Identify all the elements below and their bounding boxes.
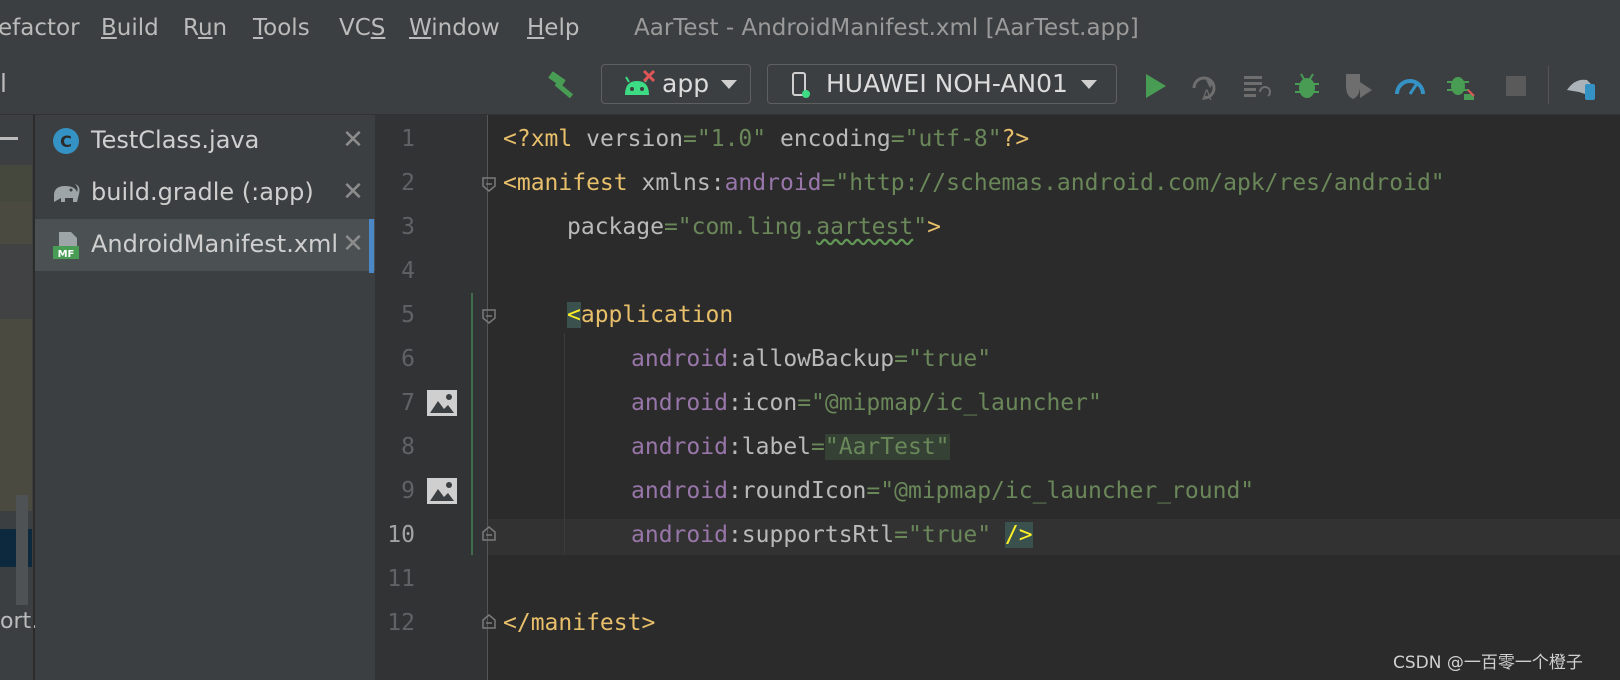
indent-guide (564, 333, 565, 555)
toolbar: l app HUAWEI NOH-AN01 A (0, 58, 1620, 115)
project-panel-partial: ort. (0, 115, 38, 680)
code-line-8: android:label="AarTest" (631, 434, 950, 460)
device-manager-icon[interactable] (1565, 70, 1597, 102)
scrollbar-thumb[interactable] (16, 495, 28, 605)
svg-text:MF: MF (58, 249, 75, 260)
debug-icon[interactable] (1291, 70, 1323, 102)
code-line-1: <?xml version="1.0" encoding="utf-8"?> (503, 126, 1030, 152)
line-number: 12 (387, 610, 415, 636)
file-item-build-gradle[interactable]: build.gradle (:app) ✕ (35, 167, 375, 219)
strip-row (0, 165, 32, 202)
run-with-coverage-icon[interactable] (1342, 70, 1374, 102)
watermark: CSDN @一百零一个橙子 (1393, 653, 1583, 673)
file-item-android-manifest[interactable]: MF AndroidManifest.xml ✕ (35, 219, 375, 271)
line-number: 2 (401, 170, 415, 196)
menu-bar: efactor Build Run Tools VCS Window Help … (0, 0, 1620, 58)
line-number: 8 (401, 434, 415, 460)
line-number-current: 10 (387, 522, 415, 548)
code-line-12: </manifest> (503, 610, 656, 636)
toolbar-left-fragment: l (0, 69, 7, 98)
menu-tools[interactable]: Tools (253, 14, 310, 42)
line-number: 1 (401, 126, 415, 152)
code-line-10: android:supportsRtl="true" /> (631, 522, 1033, 548)
matched-tag-bracket: < (567, 302, 581, 328)
line-number: 7 (401, 390, 415, 416)
apply-changes-restart-icon[interactable]: A (1188, 70, 1220, 102)
file-item-testclass[interactable]: C TestClass.java ✕ (35, 115, 375, 167)
phone-device-icon (792, 72, 810, 98)
code-line-5: <application (567, 302, 734, 328)
line-number: 11 (387, 566, 415, 592)
open-files-panel: C TestClass.java ✕ build.gradle (:app) ✕… (35, 115, 375, 680)
svg-text:C: C (60, 132, 72, 151)
file-name: AndroidManifest.xml (91, 230, 339, 258)
gutter-divider (487, 115, 488, 680)
code-line-6: android:allowBackup="true" (631, 346, 992, 372)
gradle-elephant-icon (54, 184, 80, 202)
line-number: 9 (401, 478, 415, 504)
image-preview-icon[interactable] (426, 389, 458, 417)
scope-indicator (471, 293, 473, 555)
fold-end-marker-icon[interactable] (481, 526, 497, 542)
close-icon[interactable]: ✕ (340, 231, 366, 257)
file-name: build.gradle (:app) (91, 178, 314, 206)
active-file-indicator (369, 219, 374, 273)
typo-highlight: aartest (816, 214, 914, 240)
toolbar-separator (1548, 66, 1549, 104)
matched-tag-close: /> (1004, 522, 1033, 548)
close-icon[interactable]: ✕ (340, 127, 366, 153)
file-name: TestClass.java (91, 126, 260, 154)
run-config-label: app (662, 69, 710, 98)
strip-row (0, 244, 32, 319)
profile-icon[interactable] (1394, 70, 1426, 102)
strip-row (0, 319, 32, 511)
line-number: 5 (401, 302, 415, 328)
device-dropdown[interactable]: HUAWEI NOH-AN01 (767, 64, 1117, 104)
menu-window[interactable]: Window (409, 14, 500, 42)
chevron-down-icon (1081, 80, 1097, 89)
line-number: 3 (401, 214, 415, 240)
code-line-7: android:icon="@mipmap/ic_launcher" (631, 390, 1102, 416)
label-value-highlight: "AarTest" (824, 434, 950, 460)
strip-row (0, 202, 32, 244)
menu-build[interactable]: Build (101, 14, 159, 42)
menu-run[interactable]: Run (183, 14, 227, 42)
menu-vcs[interactable]: VCS (339, 14, 385, 42)
window-title: AarTest - AndroidManifest.xml [AarTest.a… (634, 15, 1139, 41)
fold-marker-icon[interactable] (481, 176, 497, 192)
line-number: 4 (401, 258, 415, 284)
panel-divider (33, 115, 34, 680)
android-app-icon (625, 69, 656, 95)
stop-icon[interactable] (1500, 70, 1532, 102)
device-label: HUAWEI NOH-AN01 (826, 69, 1068, 98)
attach-debugger-icon[interactable] (1444, 70, 1476, 102)
code-line-2: <manifest xmlns:android="http://schemas.… (503, 170, 1445, 196)
fold-end-marker-icon[interactable] (481, 614, 497, 630)
chevron-down-icon (721, 80, 737, 89)
run-icon[interactable] (1138, 70, 1170, 102)
collapse-bar[interactable] (0, 137, 18, 140)
svg-text:A: A (1202, 88, 1212, 102)
run-config-dropdown[interactable]: app (601, 64, 751, 104)
manifest-icon: MF (53, 232, 79, 260)
line-number: 6 (401, 346, 415, 372)
code-line-3: package="com.ling.aartest"> (567, 214, 941, 240)
apply-code-changes-icon[interactable] (1240, 70, 1272, 102)
image-preview-icon[interactable] (426, 477, 458, 505)
build-hammer-icon[interactable] (546, 69, 578, 101)
menu-help[interactable]: Help (527, 14, 579, 42)
close-icon[interactable]: ✕ (340, 179, 366, 205)
java-class-icon: C (53, 128, 79, 154)
code-line-9: android:roundIcon="@mipmap/ic_launcher_r… (631, 478, 1255, 504)
fold-marker-icon[interactable] (481, 308, 497, 324)
menu-refactor[interactable]: efactor (0, 14, 80, 42)
